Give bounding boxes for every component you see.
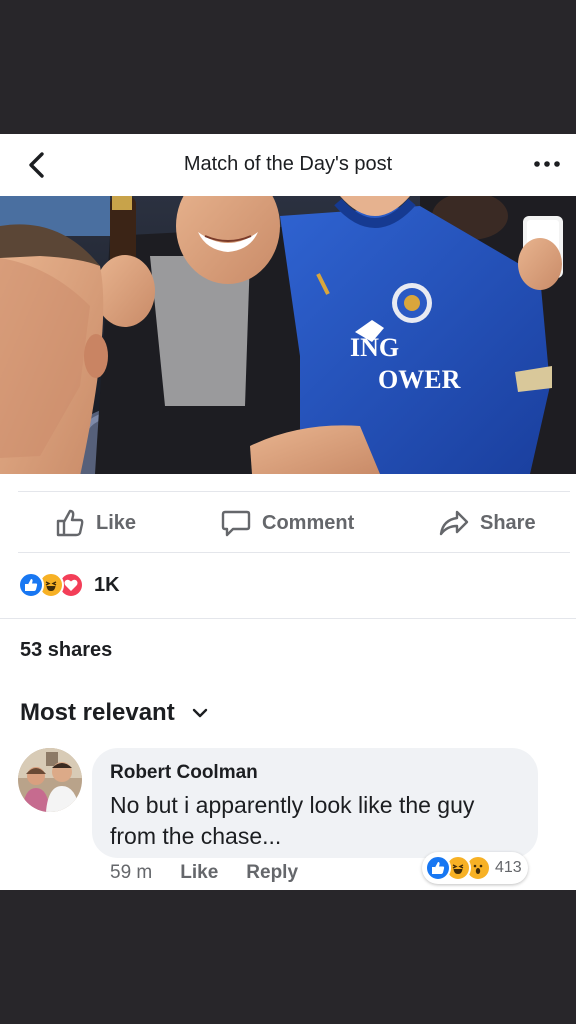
thumbs-up-icon: [56, 509, 84, 537]
shares-count[interactable]: 53 shares: [20, 639, 112, 662]
speech-bubble-icon: [221, 510, 251, 537]
share-arrow-icon: [439, 510, 469, 536]
celebration-photo-image: ING OWER: [0, 196, 576, 474]
post-action-bar: Like Comment Share: [18, 491, 570, 553]
comment-meta: 59 m Like Reply: [110, 862, 298, 884]
like-reaction-icon: [18, 572, 44, 598]
post-photo[interactable]: ING OWER: [0, 196, 576, 474]
like-button[interactable]: Like: [54, 492, 136, 554]
comment-text: No but i apparently look like the guy fr…: [110, 792, 475, 849]
chevron-down-icon: [192, 708, 207, 718]
sort-label: Most relevant: [20, 699, 175, 726]
comment-button[interactable]: Comment: [220, 492, 354, 554]
like-label: Like: [96, 511, 137, 534]
comment-label: Comment: [262, 511, 355, 534]
shirt-sponsor-line-2: OWER: [378, 365, 461, 394]
like-reaction-icon: [425, 855, 451, 881]
comment-reaction-summary[interactable]: 413: [422, 852, 528, 884]
share-button[interactable]: Share: [438, 492, 536, 554]
comment-bubble: Robert Coolman No but i apparently look …: [92, 748, 538, 858]
comment-reaction-count: 413: [495, 859, 522, 876]
more-options-button[interactable]: [530, 152, 564, 176]
header-bar: Match of the Day's post: [0, 134, 576, 196]
divider: [0, 618, 576, 619]
page-title: Match of the Day's post: [183, 153, 393, 175]
comment-like-button[interactable]: Like: [180, 862, 218, 884]
comment-sort-dropdown[interactable]: Most relevant: [20, 699, 209, 727]
comment-timestamp: 59 m: [110, 862, 153, 883]
comment-author[interactable]: Robert Coolman: [110, 762, 520, 784]
post-panel: Match of the Day's post ING OWER Like Co…: [0, 134, 576, 890]
phone-screen: Match of the Day's post ING OWER Like Co…: [0, 0, 576, 1024]
commenter-avatar[interactable]: [18, 748, 82, 812]
reaction-summary[interactable]: 1K: [18, 570, 120, 600]
reaction-icons: [18, 572, 84, 598]
share-label: Share: [480, 511, 536, 534]
more-options-icon: [534, 161, 560, 167]
comment-reply-button[interactable]: Reply: [246, 862, 298, 884]
avatar-photo-image: [18, 748, 82, 812]
reaction-count: 1K: [94, 573, 120, 596]
